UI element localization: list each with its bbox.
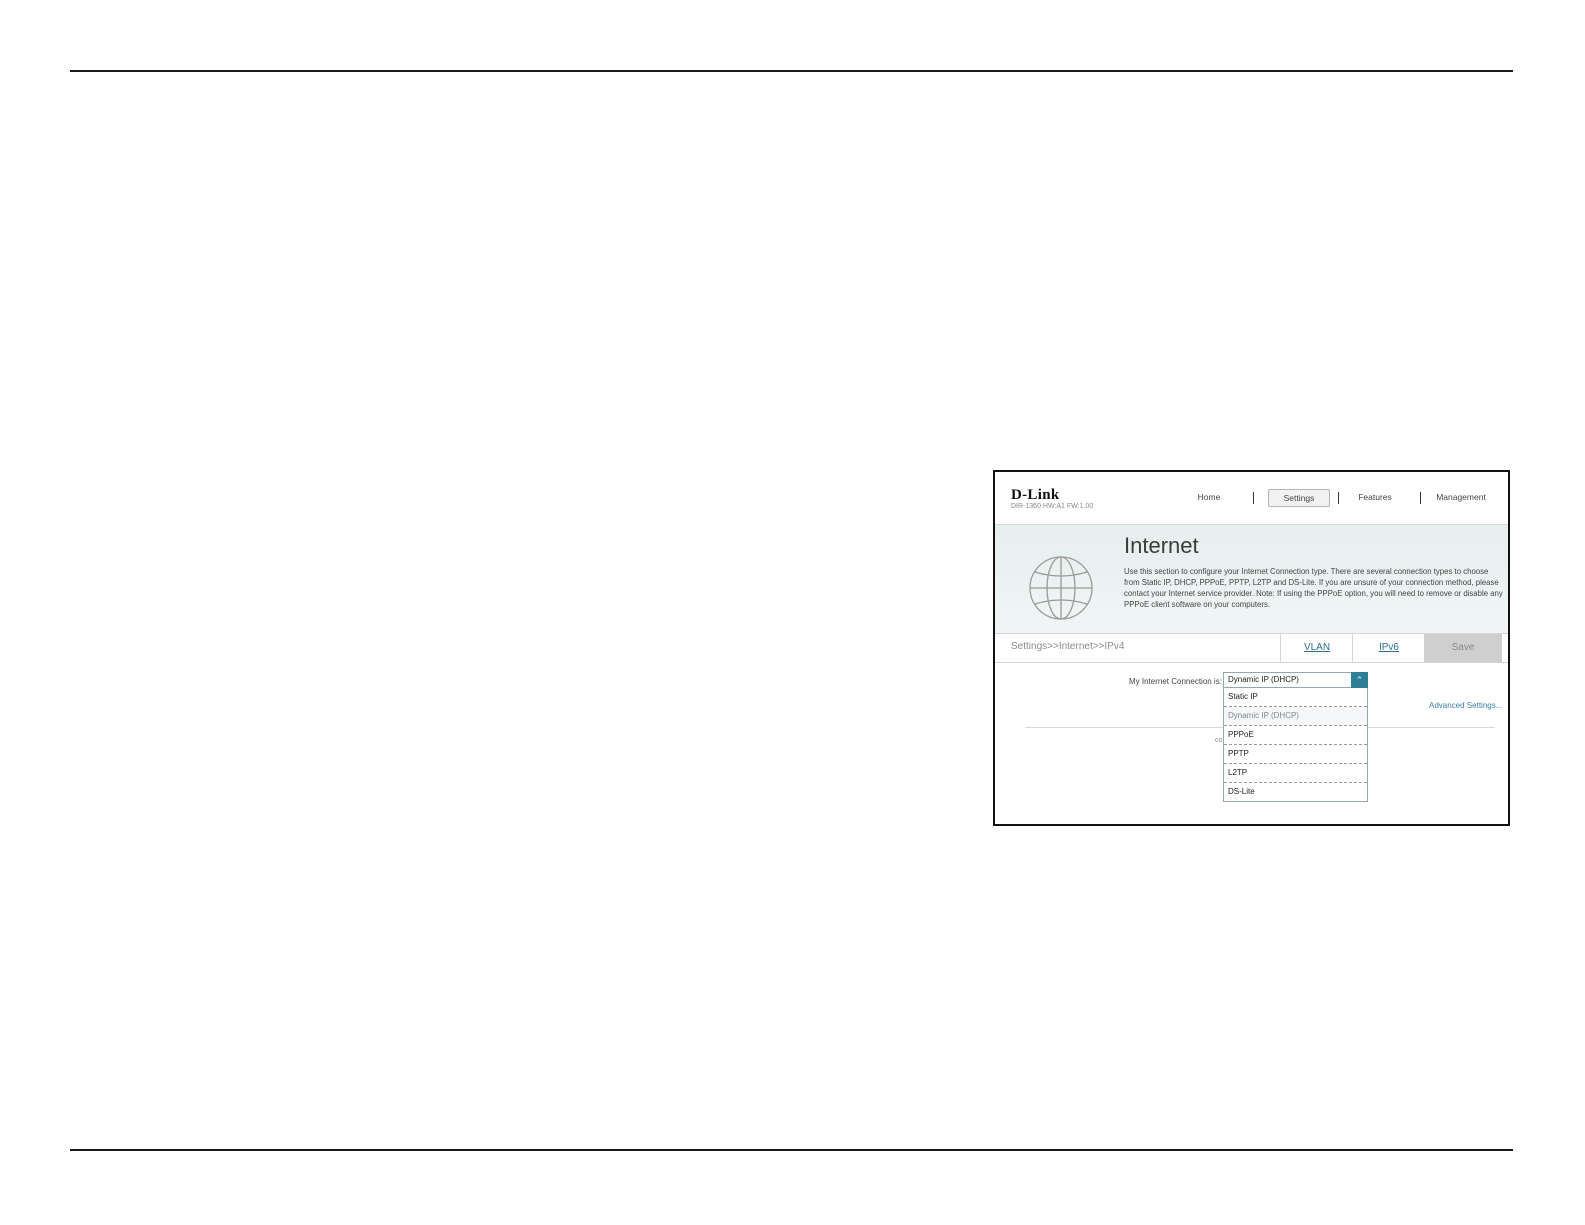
globe-icon [1029,556,1093,620]
save-button[interactable]: Save [1424,634,1502,662]
brand-logo: D-Link [1011,487,1060,503]
nav-settings[interactable]: Settings [1268,489,1330,507]
page-title: Internet [1124,533,1199,558]
connection-type-dropdown: Static IP Dynamic IP (DHCP) PPPoE PPTP L… [1223,688,1368,802]
dropdown-option[interactable]: Static IP [1224,688,1367,707]
page-bottom-rule [70,1149,1513,1151]
tab-ipv6[interactable]: IPv6 [1352,634,1425,662]
page-top-rule [70,70,1513,72]
connection-type-label: My Internet Connection is: [1129,677,1222,686]
nav-divider [1338,492,1339,504]
nav-features[interactable]: Features [1350,489,1400,505]
dropdown-option[interactable]: L2TP [1224,764,1367,783]
router-ui-screenshot: D-Link DIR-1360 HW:A1 FW:1.00 Home Setti… [993,470,1510,826]
dropdown-option[interactable]: Dynamic IP (DHCP) [1224,707,1367,726]
breadcrumb: Settings>>Internet>>IPv4 [1011,641,1125,652]
nav-divider [1420,492,1421,504]
page-description: Use this section to configure your Inter… [1124,567,1503,609]
obscured-text: co [1215,737,1223,744]
dropdown-option[interactable]: PPTP [1224,745,1367,764]
model-info: DIR-1360 HW:A1 FW:1.00 [1011,503,1094,510]
dropdown-option[interactable]: PPPoE [1224,726,1367,745]
page-banner: Internet Use this section to configure y… [995,525,1508,633]
advanced-settings-link[interactable]: Advanced Settings... [1429,701,1502,710]
nav-management[interactable]: Management [1430,489,1492,505]
header: D-Link DIR-1360 HW:A1 FW:1.00 Home Setti… [995,472,1508,525]
connection-type-value: Dynamic IP (DHCP) [1228,675,1299,684]
chevron-up-icon[interactable]: ⌃ [1351,672,1368,688]
nav-home[interactable]: Home [1185,489,1233,505]
connection-type-select[interactable]: Dynamic IP (DHCP) ⌃ [1223,672,1368,688]
dropdown-option[interactable]: DS-Lite [1224,783,1367,801]
breadcrumb-bar: Settings>>Internet>>IPv4 VLAN IPv6 Save [995,633,1508,663]
tab-vlan[interactable]: VLAN [1280,634,1353,662]
nav-divider [1253,492,1254,504]
